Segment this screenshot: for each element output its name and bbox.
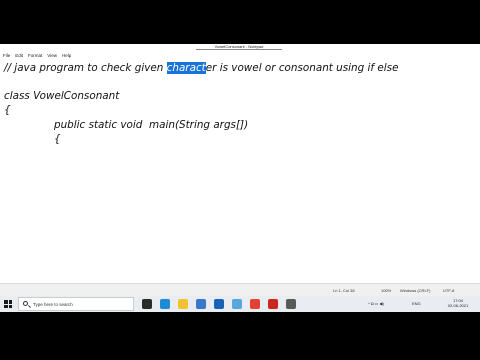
search-placeholder: Type here to search [33, 302, 73, 307]
title-underline [196, 49, 282, 50]
cursor-position: Ln 1, Col 38 [333, 288, 355, 293]
title-bar: VowelConsonant - Notepad [0, 44, 480, 52]
store-icon[interactable] [196, 299, 206, 309]
tray-icons[interactable]: ^ ◘ ▭ ◀) [368, 301, 384, 306]
extra-icon[interactable] [286, 299, 296, 309]
code-text: er is vowel or consonant using if else [205, 62, 399, 74]
menu-file[interactable]: File [3, 52, 10, 59]
code-line-3: { [4, 104, 11, 116]
encoding: UTF-8 [443, 288, 455, 293]
language-indicator[interactable]: ENG [412, 301, 421, 306]
chrome-icon[interactable] [250, 299, 260, 309]
taskbar: Type here to search ^ ◘ ▭ ◀) ENG 17:04 0… [0, 296, 480, 312]
task-view-icon[interactable] [142, 299, 152, 309]
screen: VowelConsonant - Notepad File Edit Forma… [0, 44, 480, 312]
zoom-level: 100% [381, 288, 392, 293]
clock-date: 02-06-2021 [447, 303, 469, 308]
windows-start-icon[interactable] [4, 300, 12, 308]
menu-edit[interactable]: Edit [15, 52, 23, 59]
clock[interactable]: 17:04 02-06-2021 [444, 298, 472, 308]
menu-help[interactable]: Help [62, 52, 71, 59]
menu-format[interactable]: Format [28, 52, 42, 59]
mail-icon[interactable] [214, 299, 224, 309]
code-text: // java program to check given [4, 62, 167, 74]
media-icon[interactable] [268, 299, 278, 309]
status-bar: Ln 1, Col 38 100% Windows (CRLF) UTF-8 [0, 283, 480, 297]
file-explorer-icon[interactable] [178, 299, 188, 309]
edge-icon[interactable] [160, 299, 170, 309]
menu-bar: File Edit Format View Help [0, 52, 71, 59]
notepad-icon[interactable] [232, 299, 242, 309]
line-ending: Windows (CRLF) [400, 288, 431, 293]
menu-view[interactable]: View [47, 52, 57, 59]
search-icon [23, 301, 28, 306]
selected-text: charact [166, 62, 206, 74]
code-line-4: public static void main(String args[]) [54, 119, 249, 131]
code-line-1: // java program to check given character… [4, 62, 398, 74]
code-line-5: { [54, 133, 61, 145]
taskbar-search[interactable]: Type here to search [18, 297, 134, 311]
code-line-2: class VowelConsonant [4, 90, 120, 102]
text-editor[interactable]: // java program to check given character… [0, 59, 480, 283]
